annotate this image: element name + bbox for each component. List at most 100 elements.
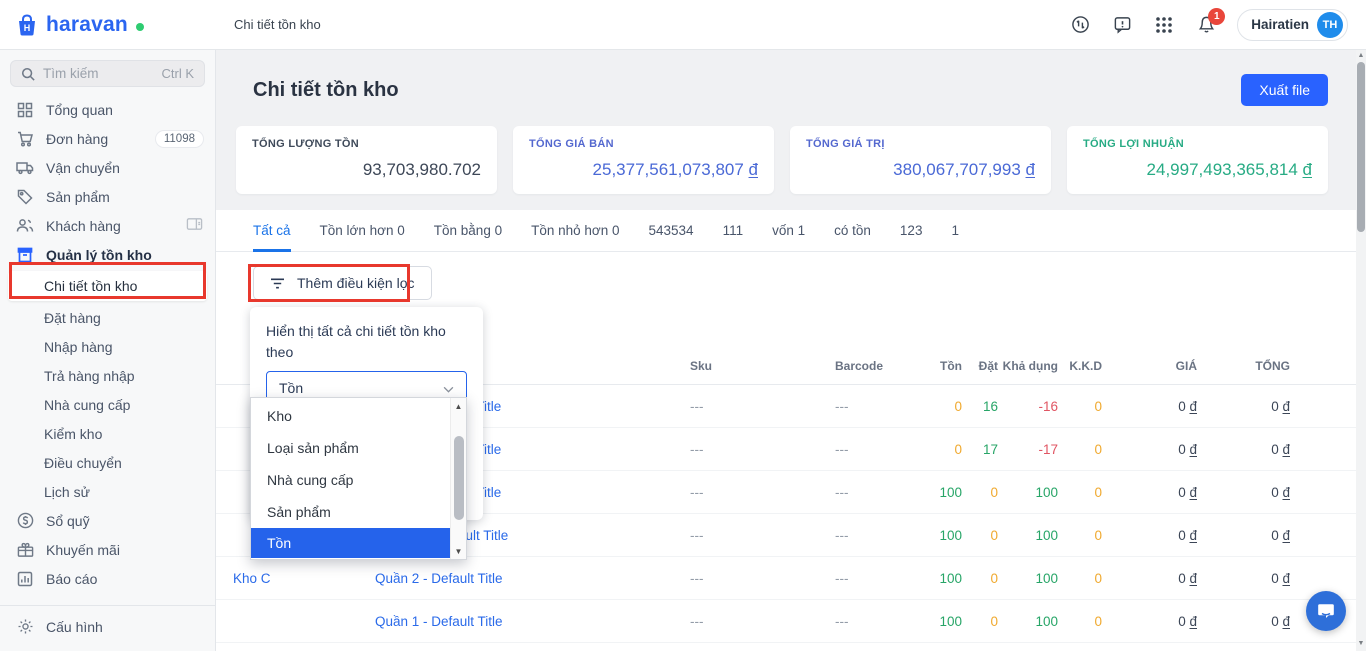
- search-placeholder: Tìm kiếm: [43, 66, 99, 81]
- gia-cell: 0 đ: [1178, 484, 1197, 500]
- dat-cell: 0: [990, 570, 998, 586]
- ton-cell: 0: [954, 441, 962, 457]
- dat-cell: 0: [990, 613, 998, 629]
- barcode-cell: ---: [835, 570, 849, 586]
- listbox-scrollbar[interactable]: ▲ ▼: [450, 398, 466, 559]
- dat-cell: 17: [982, 441, 998, 457]
- sidebar-item-lich-su[interactable]: Lịch sử: [0, 477, 215, 506]
- gear-icon: [16, 618, 34, 635]
- search-input[interactable]: Tìm kiếm Ctrl K: [10, 60, 205, 87]
- sidebar-item-quan-ly-ton-kho[interactable]: Quản lý tồn kho: [0, 240, 215, 269]
- tab-ton-lon-hon-0[interactable]: Tồn lớn hơn 0: [320, 210, 405, 252]
- tab-123[interactable]: 123: [900, 210, 923, 252]
- sidebar-item-nha-cung-cap[interactable]: Nhà cung cấp: [0, 390, 215, 419]
- sidebar-item-cau-hinh[interactable]: Cấu hình: [0, 612, 215, 641]
- add-filter-button[interactable]: Thêm điều kiện lọc: [253, 266, 432, 300]
- tong-cell: 0 đ: [1271, 527, 1290, 543]
- tab-ton-bang-0[interactable]: Tồn bằng 0: [434, 210, 502, 252]
- sidebar-item-bao-cao[interactable]: Báo cáo: [0, 564, 215, 593]
- sidebar-item-tra-hang-nhap[interactable]: Trả hàng nhập: [0, 361, 215, 390]
- sidebar-item-kiem-kho[interactable]: Kiểm kho: [0, 419, 215, 448]
- history-icon[interactable]: [1069, 14, 1091, 36]
- logo-status-dot: [135, 22, 144, 31]
- tab-ton-nho-hon-0[interactable]: Tồn nhỏ hơn 0: [531, 210, 619, 252]
- apps-grid-icon[interactable]: [1153, 14, 1175, 36]
- listbox-option-san-pham[interactable]: Sản phẩm: [251, 496, 450, 528]
- tab-co-ton[interactable]: có tồn: [834, 210, 871, 252]
- sidebar-item-khuyen-mai[interactable]: Khuyến mãi: [0, 535, 215, 564]
- sidebar-item--on-hang[interactable]: Đơn hàng 11098: [0, 124, 215, 153]
- scrollbar-up-icon[interactable]: ▲: [1356, 50, 1366, 62]
- tab-von-1[interactable]: vốn 1: [772, 210, 805, 252]
- tong-cell: 0 đ: [1271, 484, 1290, 500]
- tab-1[interactable]: 1: [951, 210, 959, 252]
- warehouse-link[interactable]: Kho C: [233, 571, 375, 586]
- gia-cell: 0 đ: [1178, 398, 1197, 414]
- sidebar-item-san-pham[interactable]: Sản phẩm: [0, 182, 215, 211]
- sidebar-item-khach-hang[interactable]: Khách hàng: [0, 211, 215, 240]
- tong-cell: 0 đ: [1271, 613, 1290, 629]
- feedback-icon[interactable]: [1111, 14, 1133, 36]
- listbox-option-loai-san-pham[interactable]: Loại sản phẩm: [251, 432, 450, 464]
- tabs-row: Tất cả Tồn lớn hơn 0 Tồn bằng 0 Tồn nhỏ hơn…: [216, 210, 1366, 252]
- listbox-option-kho[interactable]: Kho: [251, 400, 450, 432]
- gia-cell: 0 đ: [1178, 570, 1197, 586]
- listbox-scrollbar-thumb[interactable]: [453, 436, 464, 520]
- ton-cell: 100: [939, 570, 962, 586]
- ton-cell: 100: [939, 484, 962, 500]
- report-icon: [16, 571, 34, 587]
- stat-card: TỔNG GIÁ BÁN 25,377,561,073,807 đ: [513, 126, 774, 194]
- stat-value: 24,997,493,365,814 đ: [1146, 160, 1312, 179]
- tab-111[interactable]: 111: [723, 210, 744, 252]
- table-row: Kho C Quần 2 - Default Title --- --- 100 0 100…: [216, 557, 1366, 600]
- product-link[interactable]: Quần 1 - Default Title: [375, 614, 670, 629]
- scroll-down-icon[interactable]: ▼: [451, 543, 467, 559]
- sidebar-item--at-hang[interactable]: Đặt hàng: [0, 303, 215, 332]
- dat-cell: 16: [982, 398, 998, 414]
- gia-cell: 0 đ: [1178, 527, 1197, 543]
- stats-row: TỔNG LƯỢNG TỒN 93,703,980.702 TỔNG GIÁ BÁ…: [236, 126, 1328, 194]
- tab-tat-ca[interactable]: Tất cả: [253, 210, 291, 252]
- sidebar: Tìm kiếm Ctrl K Tổng quan Đơn hàng 11098 Vậ…: [0, 50, 216, 651]
- tab-543534[interactable]: 543534: [649, 210, 694, 252]
- page-scrollbar[interactable]: ▲ ▼: [1356, 50, 1366, 651]
- kha-dung-cell: 100: [1035, 570, 1058, 586]
- column-header: K.K.D: [1069, 358, 1102, 373]
- export-file-button[interactable]: Xuất file: [1241, 74, 1328, 106]
- sidebar-item-label: Điều chuyển: [44, 454, 122, 471]
- sku-cell: ---: [690, 398, 704, 414]
- column-header: GIÁ: [1175, 358, 1197, 373]
- kkd-cell: 0: [1094, 570, 1102, 586]
- sidebar-item-chi-tiet-ton-kho[interactable]: Chi tiết tồn kho: [8, 271, 207, 301]
- user-menu[interactable]: Hairatien TH: [1237, 8, 1348, 41]
- kha-dung-cell: 100: [1035, 613, 1058, 629]
- kha-dung-cell: 100: [1035, 484, 1058, 500]
- sidebar-item-label: Sổ quỹ: [46, 512, 90, 529]
- sidebar-item-so-quy[interactable]: Sổ quỹ: [0, 506, 215, 535]
- popout-icon[interactable]: [186, 217, 203, 234]
- sidebar-item-label: Khuyến mãi: [46, 541, 120, 558]
- stat-card: TỔNG LƯỢNG TỒN 93,703,980.702: [236, 126, 497, 194]
- scroll-up-icon[interactable]: ▲: [451, 398, 467, 414]
- sidebar-item--ieu-chuyen[interactable]: Điều chuyển: [0, 448, 215, 477]
- kkd-cell: 0: [1094, 484, 1102, 500]
- sidebar-item-nhap-hang[interactable]: Nhập hàng: [0, 332, 215, 361]
- bell-icon[interactable]: 1: [1195, 7, 1226, 36]
- listbox-option-ton[interactable]: Tồn: [251, 528, 450, 558]
- barcode-cell: ---: [835, 613, 849, 629]
- sidebar-item-van-chuyen[interactable]: Vận chuyển: [0, 153, 215, 182]
- sidebar-item-tong-quan[interactable]: Tổng quan: [0, 95, 215, 124]
- chat-widget-button[interactable]: [1306, 591, 1346, 631]
- listbox-option-nha-cung-cap[interactable]: Nhà cung cấp: [251, 464, 450, 496]
- column-header: Sku: [690, 358, 713, 373]
- haravan-logo[interactable]: H haravan: [0, 12, 216, 38]
- kha-dung-cell: -16: [1038, 398, 1058, 414]
- svg-text:H: H: [24, 23, 31, 33]
- order-count-badge: 11098: [155, 130, 203, 147]
- product-link[interactable]: Quần 2 - Default Title: [375, 571, 670, 586]
- stat-label: TỔNG GIÁ BÁN: [529, 138, 614, 150]
- sidebar-item-label: Nhà cung cấp: [44, 396, 131, 413]
- scrollbar-down-icon[interactable]: ▼: [1356, 637, 1366, 651]
- scrollbar-thumb[interactable]: [1357, 62, 1365, 232]
- search-shortcut: Ctrl K: [161, 66, 195, 81]
